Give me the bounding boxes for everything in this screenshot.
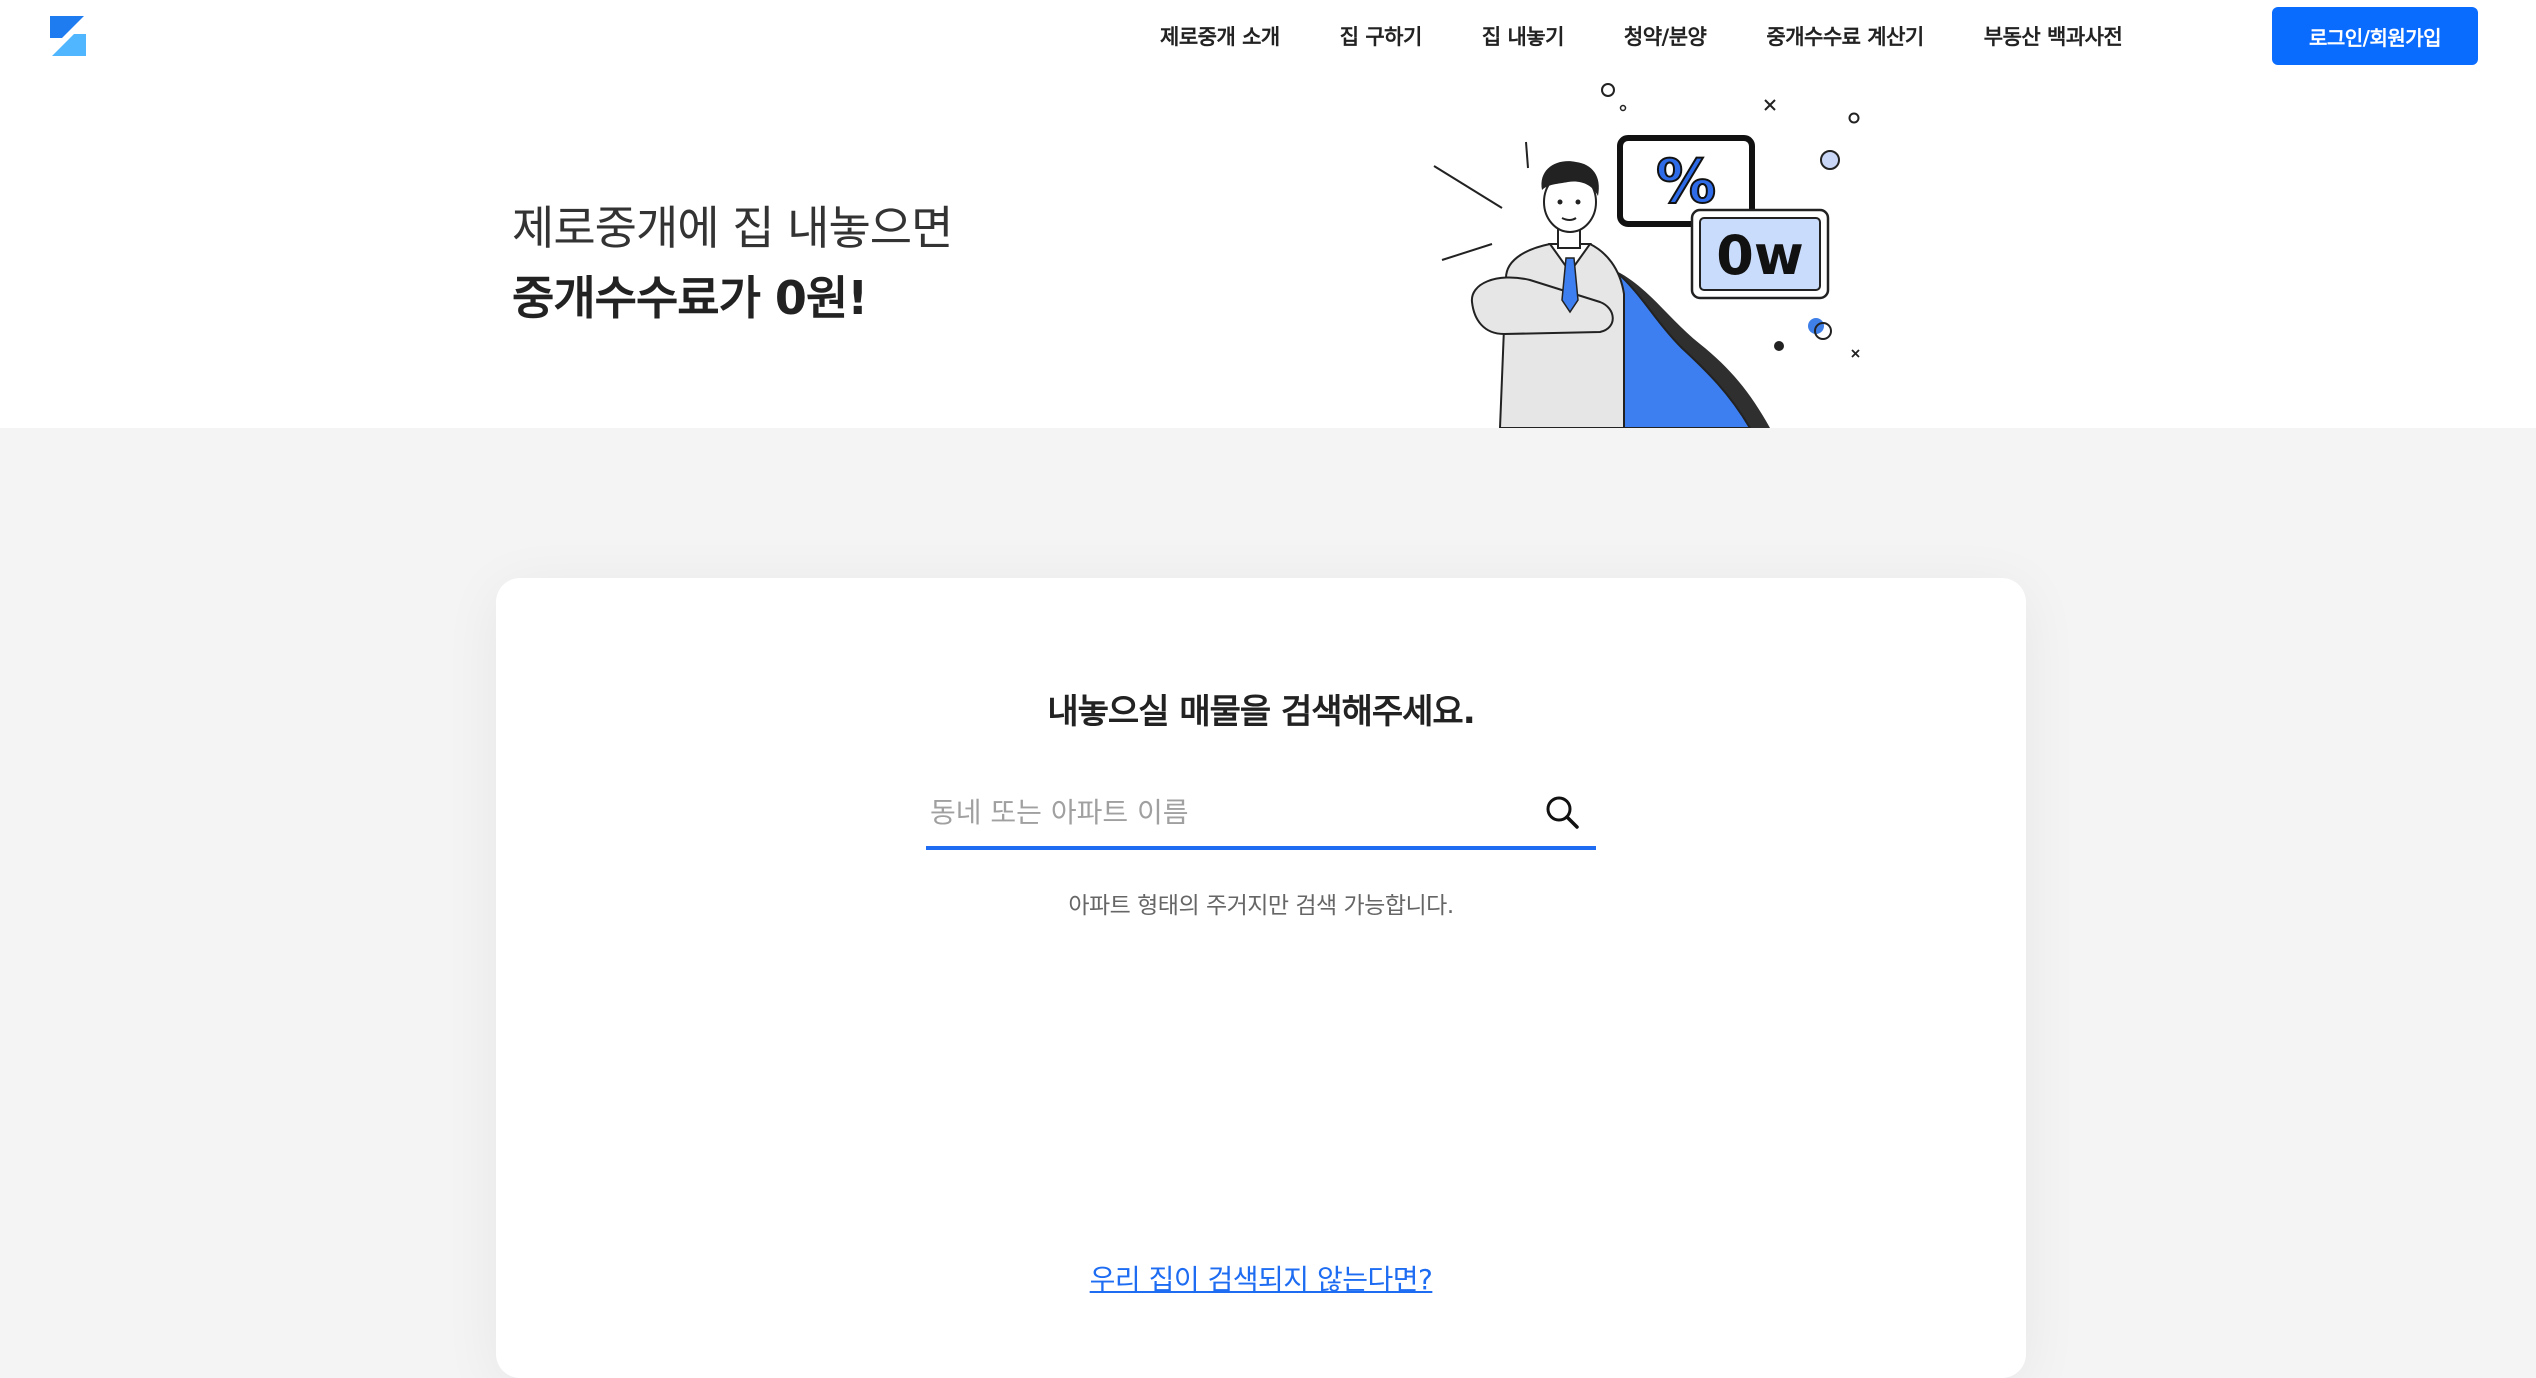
zero-won-text: 0w bbox=[1716, 224, 1803, 287]
percent-sign-text: % bbox=[1656, 147, 1716, 217]
nav-item-encyclopedia[interactable]: 부동산 백과사전 bbox=[1984, 21, 2123, 51]
search-icon[interactable] bbox=[1542, 792, 1582, 832]
login-signup-button[interactable]: 로그인/회원가입 bbox=[2272, 7, 2478, 65]
zero-broker-logo-icon[interactable] bbox=[44, 12, 92, 60]
nav-item-fee-calculator[interactable]: 중개수수료 계산기 bbox=[1766, 21, 1924, 51]
nav-item-list-home[interactable]: 집 내놓기 bbox=[1482, 21, 1565, 51]
hero-banner: 제로중개에 집 내놓으면 중개수수료가 0원! % 0w bbox=[0, 72, 2536, 428]
nav-item-about[interactable]: 제로중개 소개 bbox=[1160, 21, 1280, 51]
home-not-found-link[interactable]: 우리 집이 검색되지 않는다면? bbox=[496, 1258, 2026, 1298]
superhero-agent-illustration: % 0w bbox=[1433, 83, 1860, 428]
search-card: 내놓으실 매물을 검색해주세요. 아파트 형태의 주거지만 검색 가능합니다. … bbox=[496, 578, 2026, 1378]
hero-subheadline: 중개수수료가 0원! bbox=[512, 271, 868, 325]
top-header: 제로중개 소개 집 구하기 집 내놓기 청약/분양 중개수수료 계산기 부동산 … bbox=[0, 0, 2536, 72]
nav-item-subscription[interactable]: 청약/분양 bbox=[1624, 21, 1707, 51]
search-card-title: 내놓으실 매물을 검색해주세요. bbox=[1047, 692, 1475, 732]
search-hint-text: 아파트 형태의 주거지만 검색 가능합니다. bbox=[1068, 893, 1454, 919]
main-nav: 제로중개 소개 집 구하기 집 내놓기 청약/분양 중개수수료 계산기 부동산 … bbox=[1160, 20, 2123, 52]
search-field-wrapper bbox=[926, 778, 1596, 850]
property-search-input[interactable] bbox=[926, 778, 1526, 846]
nav-item-find-home[interactable]: 집 구하기 bbox=[1340, 21, 1423, 51]
hero-headline: 제로중개에 집 내놓으면 bbox=[512, 201, 953, 255]
